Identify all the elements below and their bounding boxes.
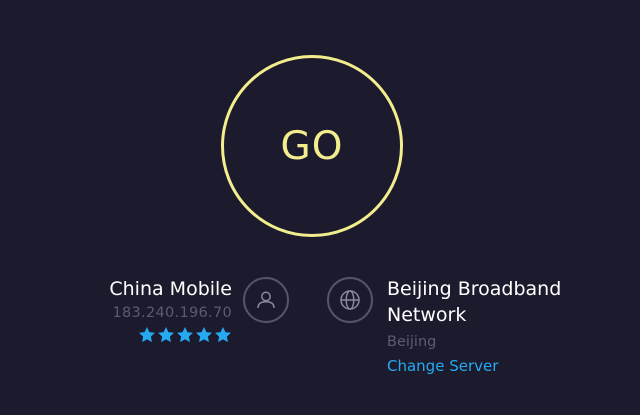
user-icon <box>243 277 289 323</box>
star-icon <box>196 327 212 343</box>
star-icon <box>139 327 155 343</box>
isp-rating <box>109 326 232 344</box>
change-server-link[interactable]: Change Server <box>387 355 498 377</box>
go-button[interactable]: GO <box>221 55 403 237</box>
client-info: China Mobile 183.240.196.70 <box>109 276 232 344</box>
star-icon <box>158 327 174 343</box>
star-icon <box>215 327 231 343</box>
star-icon <box>177 327 193 343</box>
isp-name: China Mobile <box>109 278 232 300</box>
globe-icon <box>327 277 373 323</box>
server-name: Beijing Broadband Network <box>387 278 562 326</box>
server-info: Beijing Broadband Network Beijing Change… <box>387 276 617 377</box>
ip-address: 183.240.196.70 <box>112 305 232 321</box>
server-city: Beijing <box>387 334 437 350</box>
go-label: GO <box>280 123 344 169</box>
